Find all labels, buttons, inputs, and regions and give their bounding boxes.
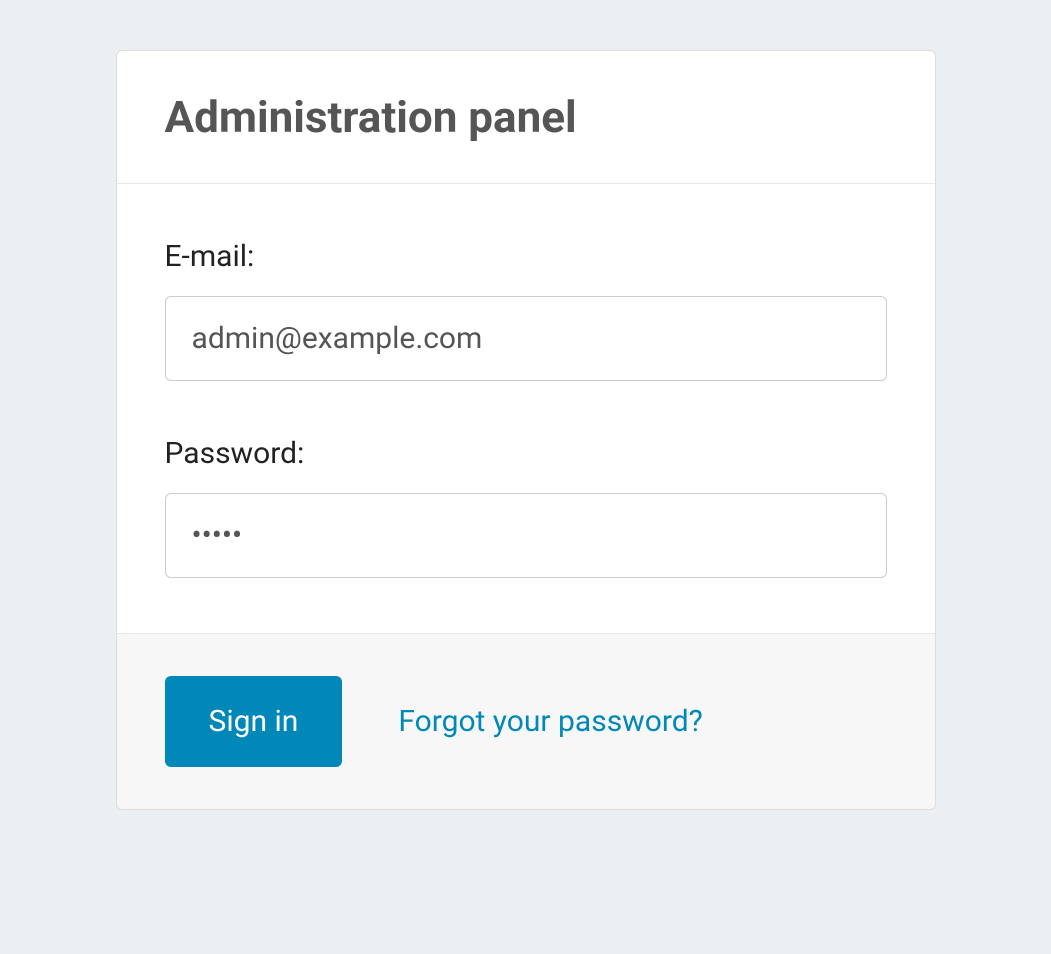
email-label: E-mail: [165, 239, 887, 274]
email-group: E-mail: [165, 239, 887, 381]
password-field[interactable] [165, 493, 887, 578]
page-title: Administration panel [165, 91, 887, 143]
panel-footer: Sign in Forgot your password? [117, 633, 935, 809]
email-field[interactable] [165, 296, 887, 381]
panel-body: E-mail: Password: [117, 184, 935, 633]
login-panel: Administration panel E-mail: Password: S… [116, 50, 936, 810]
password-group: Password: [165, 436, 887, 578]
panel-header: Administration panel [117, 51, 935, 184]
forgot-password-link[interactable]: Forgot your password? [398, 704, 702, 739]
signin-button[interactable]: Sign in [165, 676, 343, 767]
password-label: Password: [165, 436, 887, 471]
